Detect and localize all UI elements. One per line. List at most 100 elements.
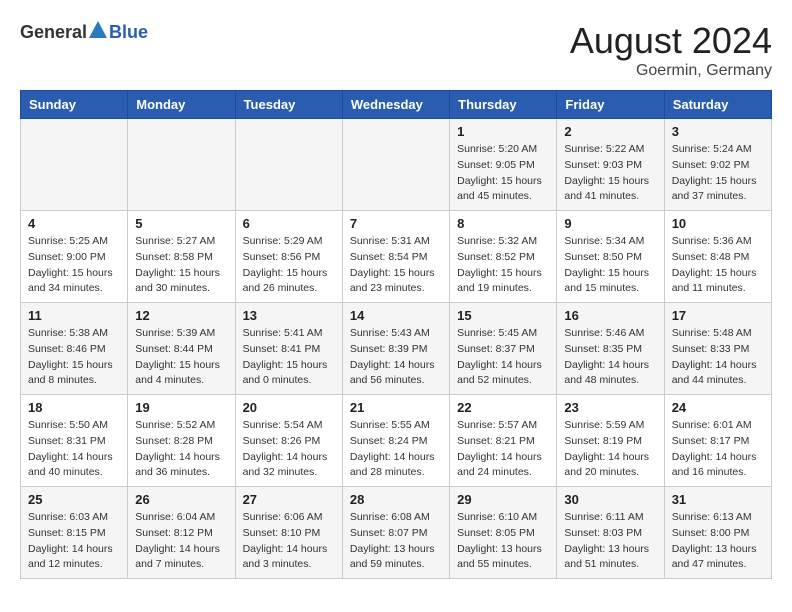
day-number: 23 [564, 400, 656, 415]
day-number: 10 [672, 216, 764, 231]
calendar-cell: 9Sunrise: 5:34 AM Sunset: 8:50 PM Daylig… [557, 211, 664, 303]
day-number: 4 [28, 216, 120, 231]
cell-content: Sunrise: 5:20 AM Sunset: 9:05 PM Dayligh… [457, 142, 549, 205]
cell-content: Sunrise: 5:29 AM Sunset: 8:56 PM Dayligh… [243, 234, 335, 297]
day-number: 12 [135, 308, 227, 323]
day-number: 25 [28, 492, 120, 507]
cell-content: Sunrise: 5:45 AM Sunset: 8:37 PM Dayligh… [457, 326, 549, 389]
day-number: 18 [28, 400, 120, 415]
logo-blue-text: Blue [109, 22, 148, 43]
cell-content: Sunrise: 5:48 AM Sunset: 8:33 PM Dayligh… [672, 326, 764, 389]
cell-content: Sunrise: 5:25 AM Sunset: 9:00 PM Dayligh… [28, 234, 120, 297]
day-number: 8 [457, 216, 549, 231]
day-number: 28 [350, 492, 442, 507]
location: Goermin, Germany [570, 62, 772, 80]
calendar-cell: 22Sunrise: 5:57 AM Sunset: 8:21 PM Dayli… [450, 395, 557, 487]
day-number: 11 [28, 308, 120, 323]
calendar-cell: 15 Sunrise: 5:45 AM Sunset: 8:37 PM Dayli… [450, 303, 557, 395]
logo-general-text: General [20, 22, 87, 43]
calendar-cell: 3 Sunrise: 5:24 AM Sunset: 9:02 PM Daylig… [664, 119, 771, 211]
day-number: 2 [564, 124, 656, 139]
calendar-cell: 7 Sunrise: 5:31 AM Sunset: 8:54 PM Daylig… [342, 211, 449, 303]
cell-content: Sunrise: 5:36 AM Sunset: 8:48 PM Dayligh… [672, 234, 764, 297]
cell-content: Sunrise: 6:03 AM Sunset: 8:15 PM Dayligh… [28, 510, 120, 573]
day-number: 21 [350, 400, 442, 415]
day-number: 14 [350, 308, 442, 323]
header-row: SundayMondayTuesdayWednesdayThursdayFrid… [21, 91, 772, 119]
calendar-cell: 6 Sunrise: 5:29 AM Sunset: 8:56 PM Daylig… [235, 211, 342, 303]
logo-icon [88, 20, 108, 40]
calendar-cell: 24Sunrise: 6:01 AM Sunset: 8:17 PM Dayli… [664, 395, 771, 487]
day-header-sunday: Sunday [21, 91, 128, 119]
calendar-cell: 16Sunrise: 5:46 AM Sunset: 8:35 PM Dayli… [557, 303, 664, 395]
calendar-cell: 1Sunrise: 5:20 AM Sunset: 9:05 PM Daylig… [450, 119, 557, 211]
calendar-table: SundayMondayTuesdayWednesdayThursdayFrid… [20, 90, 772, 579]
calendar-cell: 18 Sunrise: 5:50 AM Sunset: 8:31 PM Dayli… [21, 395, 128, 487]
calendar-cell: 20 Sunrise: 5:54 AM Sunset: 8:26 PM Dayli… [235, 395, 342, 487]
cell-content: Sunrise: 5:41 AM Sunset: 8:41 PM Dayligh… [243, 326, 335, 389]
day-number: 6 [243, 216, 335, 231]
cell-content: Sunrise: 5:54 AM Sunset: 8:26 PM Dayligh… [243, 418, 335, 481]
calendar-cell: 5Sunrise: 5:27 AM Sunset: 8:58 PM Daylig… [128, 211, 235, 303]
week-row-1: 1Sunrise: 5:20 AM Sunset: 9:05 PM Daylig… [21, 119, 772, 211]
calendar-cell: 2 Sunrise: 5:22 AM Sunset: 9:03 PM Daylig… [557, 119, 664, 211]
month-year: August 2024 [570, 20, 772, 62]
day-number: 3 [672, 124, 764, 139]
day-number: 19 [135, 400, 227, 415]
week-row-3: 11 Sunrise: 5:38 AM Sunset: 8:46 PM Dayli… [21, 303, 772, 395]
calendar-cell: 4 Sunrise: 5:25 AM Sunset: 9:00 PM Daylig… [21, 211, 128, 303]
cell-content: Sunrise: 6:10 AM Sunset: 8:05 PM Dayligh… [457, 510, 549, 573]
cell-content: Sunrise: 6:11 AM Sunset: 8:03 PM Dayligh… [564, 510, 656, 573]
day-number: 31 [672, 492, 764, 507]
week-row-4: 18 Sunrise: 5:50 AM Sunset: 8:31 PM Dayli… [21, 395, 772, 487]
cell-content: Sunrise: 6:06 AM Sunset: 8:10 PM Dayligh… [243, 510, 335, 573]
day-number: 15 [457, 308, 549, 323]
cell-content: Sunrise: 5:31 AM Sunset: 8:54 PM Dayligh… [350, 234, 442, 297]
cell-content: Sunrise: 6:04 AM Sunset: 8:12 PM Dayligh… [135, 510, 227, 573]
page-header: General Blue August 2024 Goermin, German… [20, 20, 772, 80]
week-row-5: 25 Sunrise: 6:03 AM Sunset: 8:15 PM Dayli… [21, 487, 772, 579]
day-header-friday: Friday [557, 91, 664, 119]
cell-content: Sunrise: 5:22 AM Sunset: 9:03 PM Dayligh… [564, 142, 656, 205]
day-header-thursday: Thursday [450, 91, 557, 119]
day-number: 30 [564, 492, 656, 507]
cell-content: Sunrise: 5:57 AM Sunset: 8:21 PM Dayligh… [457, 418, 549, 481]
calendar-cell: 13 Sunrise: 5:41 AM Sunset: 8:41 PM Dayli… [235, 303, 342, 395]
day-header-wednesday: Wednesday [342, 91, 449, 119]
week-row-2: 4 Sunrise: 5:25 AM Sunset: 9:00 PM Daylig… [21, 211, 772, 303]
cell-content: Sunrise: 5:50 AM Sunset: 8:31 PM Dayligh… [28, 418, 120, 481]
day-number: 17 [672, 308, 764, 323]
calendar-cell: 25 Sunrise: 6:03 AM Sunset: 8:15 PM Dayli… [21, 487, 128, 579]
calendar-cell [342, 119, 449, 211]
calendar-cell: 10 Sunrise: 5:36 AM Sunset: 8:48 PM Dayli… [664, 211, 771, 303]
day-number: 7 [350, 216, 442, 231]
calendar-cell: 19 Sunrise: 5:52 AM Sunset: 8:28 PM Dayli… [128, 395, 235, 487]
calendar-cell: 28Sunrise: 6:08 AM Sunset: 8:07 PM Dayli… [342, 487, 449, 579]
calendar-cell: 30 Sunrise: 6:11 AM Sunset: 8:03 PM Dayli… [557, 487, 664, 579]
day-number: 13 [243, 308, 335, 323]
calendar-cell: 11 Sunrise: 5:38 AM Sunset: 8:46 PM Dayli… [21, 303, 128, 395]
calendar-cell [235, 119, 342, 211]
day-header-tuesday: Tuesday [235, 91, 342, 119]
calendar-cell [128, 119, 235, 211]
calendar-cell: 12Sunrise: 5:39 AM Sunset: 8:44 PM Dayli… [128, 303, 235, 395]
cell-content: Sunrise: 5:34 AM Sunset: 8:50 PM Dayligh… [564, 234, 656, 297]
calendar-cell [21, 119, 128, 211]
cell-content: Sunrise: 5:43 AM Sunset: 8:39 PM Dayligh… [350, 326, 442, 389]
cell-content: Sunrise: 5:24 AM Sunset: 9:02 PM Dayligh… [672, 142, 764, 205]
calendar-cell: 31 Sunrise: 6:13 AM Sunset: 8:00 PM Dayli… [664, 487, 771, 579]
cell-content: Sunrise: 5:32 AM Sunset: 8:52 PM Dayligh… [457, 234, 549, 297]
calendar-cell: 17 Sunrise: 5:48 AM Sunset: 8:33 PM Dayli… [664, 303, 771, 395]
cell-content: Sunrise: 5:59 AM Sunset: 8:19 PM Dayligh… [564, 418, 656, 481]
day-number: 20 [243, 400, 335, 415]
calendar-cell: 8 Sunrise: 5:32 AM Sunset: 8:52 PM Daylig… [450, 211, 557, 303]
cell-content: Sunrise: 5:38 AM Sunset: 8:46 PM Dayligh… [28, 326, 120, 389]
calendar-cell: 21Sunrise: 5:55 AM Sunset: 8:24 PM Dayli… [342, 395, 449, 487]
cell-content: Sunrise: 6:01 AM Sunset: 8:17 PM Dayligh… [672, 418, 764, 481]
calendar-cell: 29 Sunrise: 6:10 AM Sunset: 8:05 PM Dayli… [450, 487, 557, 579]
cell-content: Sunrise: 6:13 AM Sunset: 8:00 PM Dayligh… [672, 510, 764, 573]
title-area: August 2024 Goermin, Germany [570, 20, 772, 80]
day-number: 29 [457, 492, 549, 507]
calendar-cell: 14 Sunrise: 5:43 AM Sunset: 8:39 PM Dayli… [342, 303, 449, 395]
cell-content: Sunrise: 5:52 AM Sunset: 8:28 PM Dayligh… [135, 418, 227, 481]
